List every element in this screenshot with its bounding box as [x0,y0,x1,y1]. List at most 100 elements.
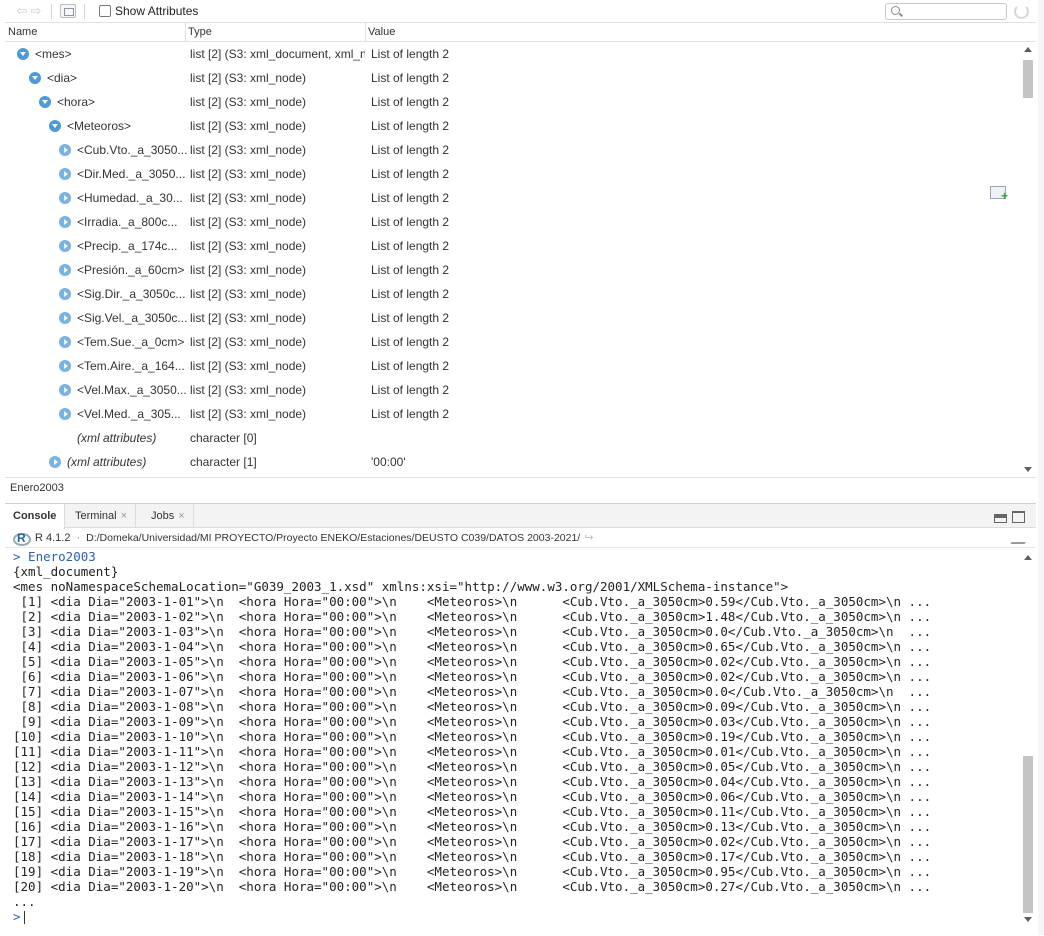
goto-directory-arrow-icon[interactable]: ↪ [584,531,593,544]
column-divider[interactable] [185,23,186,42]
tree-row[interactable]: <Presión._a_60cm> list [2] (S3: xml_node)… [5,258,1020,282]
tree-row[interactable]: (xml attributes) character [0] [5,426,1020,450]
tree-row-type: list [2] (S3: xml_node) [190,191,307,205]
tab-label: Console [13,510,57,522]
expand-toggle-icon[interactable] [59,408,71,420]
console-output-line: [13] <dia Dia="2003-1-13">\n <hora Hora=… [13,774,1019,789]
tree-row-name: <mes> [17,47,72,61]
tree-row-value: List of length 2 [371,167,450,181]
tree-row[interactable]: <mes> list [2] (S3: xml_document, xml_n Li… [5,42,1020,66]
viewer-search[interactable] [885,3,1007,20]
expand-toggle-icon[interactable] [59,384,71,396]
expand-toggle-icon[interactable] [59,264,71,276]
console-line-text: [4] <dia Dia="2003-1-04">\n <hora Hora="… [13,639,932,654]
tree-row-label: <dia> [47,71,78,85]
viewer-scrollbar[interactable] [1021,43,1034,476]
expand-toggle-icon[interactable] [59,288,71,300]
console-output-line: [12] <dia Dia="2003-1-12">\n <hora Hora=… [13,759,1019,774]
column-divider[interactable] [365,23,366,42]
window-right-edge [1038,0,1044,935]
column-name-header[interactable]: Name [8,26,37,38]
expand-toggle-icon[interactable] [59,240,71,252]
tab-jobs[interactable]: Jobs × [143,504,194,528]
tab-terminal[interactable]: Terminal × [67,504,137,528]
column-value-header[interactable]: Value [368,26,395,38]
expand-toggle-icon[interactable] [59,192,71,204]
console-output[interactable]: > Enero2003 {xml_document} <mes noNamespac… [5,549,1019,936]
console-output-line: [2] <dia Dia="2003-1-02">\n <hora Hora="… [13,609,1019,624]
console-output-line: [17] <dia Dia="2003-1-17">\n <hora Hora=… [13,834,1019,849]
console-prompt-line: > Enero2003 [13,549,1019,564]
expand-toggle-icon[interactable] [59,336,71,348]
forward-arrow-icon[interactable]: ⇨ [29,3,43,19]
tree-row[interactable]: <Sig.Vel._a_3050c... list [2] (S3: xml_no… [5,306,1020,330]
back-arrow-icon[interactable]: ⇦ [15,3,29,19]
expand-toggle-icon[interactable] [59,216,71,228]
tree-row[interactable]: <Sig.Dir._a_3050c... list [2] (S3: xml_no… [5,282,1020,306]
collapse-toggle-icon[interactable] [49,120,61,132]
collapse-toggle-icon[interactable] [29,72,41,84]
tree-row[interactable]: <Cub.Vto._a_3050... list [2] (S3: xml_nod… [5,138,1020,162]
tree-row-name: <Sig.Vel._a_3050c... [59,311,187,325]
checkbox-box[interactable] [99,5,111,17]
tree-row[interactable]: <hora> list [2] (S3: xml_node) List of len… [5,90,1020,114]
scroll-down-arrow-icon[interactable] [1024,917,1032,922]
console-line-text: [3] <dia Dia="2003-1-03">\n <hora Hora="… [13,624,932,639]
tree-row[interactable]: <Dir.Med._a_3050... list [2] (S3: xml_nod… [5,162,1020,186]
console-line-text: {xml_document} [13,564,119,579]
maximize-icon[interactable] [1012,511,1025,523]
tree-row-label: <mes> [35,47,72,61]
console-line-text: [17] <dia Dia="2003-1-17">\n <hora Hora=… [13,834,932,849]
tree-row-name: <Vel.Med._a_305... [59,407,181,421]
tree-row[interactable]: <Vel.Med._a_305... list [2] (S3: xml_node… [5,402,1020,426]
scroll-down-arrow-icon[interactable] [1024,467,1032,472]
minimize-icon[interactable] [994,514,1007,523]
tree-row[interactable]: <dia> list [2] (S3: xml_node) List of leng… [5,66,1020,90]
console-scrollbar[interactable] [1021,549,1034,936]
tree-row[interactable]: <Irradia._a_800c... list [2] (S3: xml_nod… [5,210,1020,234]
tree-row-name: <Presión._a_60cm> [59,263,184,277]
tree-row[interactable]: <Precip._a_174c... list [2] (S3: xml_node… [5,234,1020,258]
expand-toggle-icon[interactable] [59,312,71,324]
tree-row-label: <Meteoros> [67,119,132,133]
show-attributes-checkbox[interactable]: Show Attributes [99,4,198,18]
console-line-text: [6] <dia Dia="2003-1-06">\n <hora Hora="… [13,669,932,684]
column-type-header[interactable]: Type [188,26,212,38]
console-line-text: [15] <dia Dia="2003-1-15">\n <hora Hora=… [13,804,932,819]
tree-row[interactable]: <Tem.Sue._a_0cm> list [2] (S3: xml_node) L… [5,330,1020,354]
tree-row[interactable]: <Meteoros> list [2] (S3: xml_node) List of… [5,114,1020,138]
console-output-line: {xml_document} [13,564,1019,579]
tree-row-label: <Cub.Vto._a_3050... [77,143,188,157]
collapse-toggle-icon[interactable] [39,96,51,108]
search-input[interactable] [905,4,1000,19]
tree-row[interactable]: <Vel.Max._a_3050... list [2] (S3: xml_nod… [5,378,1020,402]
expand-toggle-icon[interactable] [59,168,71,180]
viewer-toolbar: ⇦ ⇨ Show Attributes [5,0,1036,23]
tree-row-name: (xml attributes) [77,431,156,445]
tree-row-type: list [2] (S3: xml_node) [190,119,307,133]
clear-console-broom-icon[interactable] [1010,532,1032,544]
popout-window-icon[interactable] [60,4,76,18]
expand-toggle-icon[interactable] [59,360,71,372]
tree-row[interactable]: (xml attributes) character [1] '00:00' [5,450,1020,474]
tree-rows: <mes> list [2] (S3: xml_document, xml_n Li… [5,42,1036,474]
scrollbar-thumb[interactable] [1023,60,1033,98]
console-output-line: [1] <dia Dia="2003-1-01">\n <hora Hora="… [13,594,1019,609]
expand-toggle-icon[interactable] [49,456,61,468]
scroll-up-arrow-icon[interactable] [1024,47,1032,52]
collapse-toggle-icon[interactable] [17,48,29,60]
scrollbar-thumb[interactable] [1023,756,1033,913]
scroll-up-arrow-icon[interactable] [1024,555,1032,560]
console-line-text: [9] <dia Dia="2003-1-09">\n <hora Hora="… [13,714,932,729]
tree-row[interactable]: <Tem.Aire._a_164... list [2] (S3: xml_nod… [5,354,1020,378]
tab-console[interactable]: Console [5,504,66,529]
refresh-icon[interactable] [1014,4,1029,19]
tree-row-value: List of length 2 [371,359,450,373]
close-icon[interactable]: × [178,510,184,522]
console-prompt-line: > [13,909,1019,924]
text-cursor [23,911,25,924]
expand-toggle-icon[interactable] [59,144,71,156]
close-icon[interactable]: × [121,510,127,522]
tree-row-type: list [2] (S3: xml_node) [190,335,307,349]
tree-row[interactable]: <Humedad._a_30... list [2] (S3: xml_node)… [5,186,1020,210]
